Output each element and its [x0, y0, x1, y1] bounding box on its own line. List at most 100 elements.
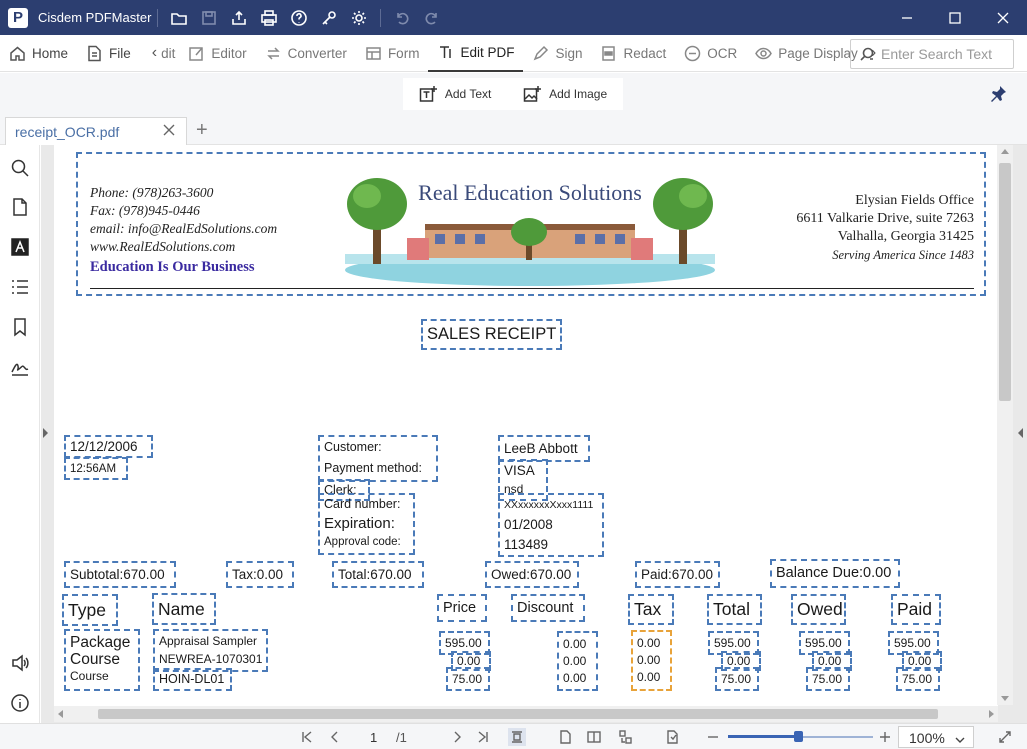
bookmark-icon[interactable]	[10, 317, 30, 337]
signature-icon[interactable]	[10, 357, 30, 377]
customer-value[interactable]: LeeB Abbott	[498, 435, 590, 462]
scroll-left-icon[interactable]	[58, 710, 63, 718]
tax-values[interactable]: 0.00 0.00 0.00	[631, 630, 672, 691]
close-tab-icon[interactable]	[163, 124, 177, 138]
column-type[interactable]: Type	[62, 594, 118, 626]
minimize-button[interactable]	[883, 0, 931, 35]
menu-page-display[interactable]: Page Display	[746, 35, 867, 72]
current-page[interactable]: 1	[370, 730, 377, 745]
card-values[interactable]: XXxxxxxxXxxx1111 01/2008 113489	[498, 493, 604, 557]
subtotal-text[interactable]: Subtotal:670.00	[64, 561, 176, 588]
undo-icon[interactable]	[390, 6, 414, 30]
open-folder-icon[interactable]	[167, 6, 191, 30]
total-value-3[interactable]: 75.00	[715, 667, 759, 691]
share-icon[interactable]	[227, 6, 251, 30]
card-labels[interactable]: Card number: Expiration: Approval code:	[318, 493, 415, 555]
fullscreen-icon[interactable]	[996, 728, 1014, 746]
paid-text[interactable]: Paid:670.00	[635, 561, 720, 588]
menu-sign[interactable]: Sign	[523, 35, 591, 72]
search-box[interactable]	[850, 39, 1014, 69]
menu-converter[interactable]: Converter	[256, 35, 356, 72]
owed-text[interactable]: Owed:670.00	[485, 561, 579, 588]
pin-icon[interactable]	[989, 85, 1007, 106]
key-icon[interactable]	[317, 6, 341, 30]
column-total[interactable]: Total	[707, 594, 762, 625]
column-discount[interactable]: Discount	[511, 594, 585, 622]
paid-value-3[interactable]: 75.00	[896, 667, 940, 691]
close-button[interactable]	[979, 0, 1027, 35]
menu-redact[interactable]: Redact	[591, 35, 675, 72]
zoom-slider-knob[interactable]	[794, 731, 803, 742]
settings-icon[interactable]	[347, 6, 371, 30]
pen-icon	[534, 45, 549, 60]
last-page-icon[interactable]	[474, 728, 492, 746]
discount-values[interactable]: 0.00 0.00 0.00	[557, 631, 598, 691]
owed-value-3[interactable]: 75.00	[806, 667, 850, 691]
item-name[interactable]: Appraisal Sampler NEWREA-1070301	[153, 629, 268, 672]
redo-icon[interactable]	[420, 6, 444, 30]
add-text-button[interactable]: Add Text	[419, 85, 491, 103]
column-paid[interactable]: Paid	[891, 594, 941, 625]
maximize-button[interactable]	[931, 0, 979, 35]
tab-receipt-ocr[interactable]: receipt_OCR.pdf	[5, 117, 187, 145]
tax-total-text[interactable]: Tax:0.00	[226, 561, 294, 588]
app-logo: P	[8, 7, 28, 28]
collapse-right-panel-icon[interactable]	[1018, 428, 1023, 438]
search-icon[interactable]	[10, 158, 30, 178]
sub-tools: Add Text Add Image	[403, 78, 623, 110]
zoom-in-icon[interactable]	[876, 728, 894, 746]
price-value-3[interactable]: 75.00	[446, 667, 490, 691]
speaker-icon[interactable]	[10, 653, 30, 673]
add-image-button[interactable]: Add Image	[523, 85, 607, 103]
item-type[interactable]: Package Course Course	[64, 629, 140, 691]
first-page-icon[interactable]	[298, 728, 316, 746]
column-tax[interactable]: Tax	[628, 594, 674, 625]
menu-scroll-left[interactable]: ‹ dit	[140, 35, 180, 72]
receipt-title[interactable]: SALES RECEIPT	[421, 319, 563, 350]
menu-ocr[interactable]: OCR	[675, 35, 746, 72]
horizontal-scrollbar[interactable]	[54, 706, 998, 722]
zoom-out-icon[interactable]	[704, 728, 722, 746]
menu-home[interactable]: Home	[0, 35, 77, 72]
column-price[interactable]: Price	[437, 594, 487, 622]
time-text[interactable]: 12:56AM	[64, 457, 128, 480]
vertical-scroll-thumb[interactable]	[999, 163, 1011, 401]
scroll-up-icon[interactable]	[1001, 149, 1009, 154]
date-text[interactable]: 12/12/2006	[64, 435, 153, 458]
header-contact: Phone: (978)263-3600 Fax: (978)945-0446 …	[90, 185, 278, 275]
scroll-down-icon[interactable]	[1001, 696, 1009, 701]
text-a-icon[interactable]	[10, 237, 30, 257]
fit-page-icon[interactable]	[508, 728, 526, 746]
export-page-icon[interactable]	[663, 728, 681, 746]
menu-file[interactable]: File	[77, 35, 140, 72]
help-icon[interactable]	[287, 6, 311, 30]
header-block[interactable]: Phone: (978)263-3600 Fax: (978)945-0446 …	[76, 152, 986, 296]
collapse-left-panel-icon[interactable]	[43, 428, 48, 438]
customer-payment-labels[interactable]: Customer: Payment method:	[318, 435, 438, 482]
real-education-banner-image: Real Education Solutions	[345, 166, 715, 286]
print-icon[interactable]	[257, 6, 281, 30]
search-input[interactable]	[881, 46, 1006, 62]
total-text[interactable]: Total:670.00	[332, 561, 424, 588]
menu-edit-pdf[interactable]: Edit PDF	[428, 35, 524, 72]
zoom-level-select[interactable]: 100%	[898, 726, 974, 748]
scroll-mode-icon[interactable]	[617, 728, 635, 746]
vertical-scrollbar[interactable]	[997, 145, 1013, 705]
horizontal-scroll-thumb[interactable]	[98, 709, 938, 719]
list-icon[interactable]	[10, 277, 30, 297]
column-name[interactable]: Name	[152, 593, 216, 625]
next-page-icon[interactable]	[448, 728, 466, 746]
single-page-icon[interactable]	[556, 728, 574, 746]
previous-page-icon[interactable]	[326, 728, 344, 746]
menu-form[interactable]: Form	[356, 35, 429, 72]
add-tab-icon[interactable]: +	[196, 119, 208, 142]
balance-due-text[interactable]: Balance Due:0.00	[770, 559, 900, 588]
scroll-right-icon[interactable]	[989, 710, 994, 718]
page-icon[interactable]	[10, 197, 30, 217]
item-code[interactable]: HOIN-DL01	[153, 668, 232, 691]
menu-editor[interactable]: Editor	[179, 35, 255, 72]
column-owed[interactable]: Owed	[791, 594, 846, 625]
two-page-icon[interactable]	[585, 728, 603, 746]
info-icon[interactable]	[10, 693, 30, 713]
save-icon[interactable]	[197, 6, 221, 30]
